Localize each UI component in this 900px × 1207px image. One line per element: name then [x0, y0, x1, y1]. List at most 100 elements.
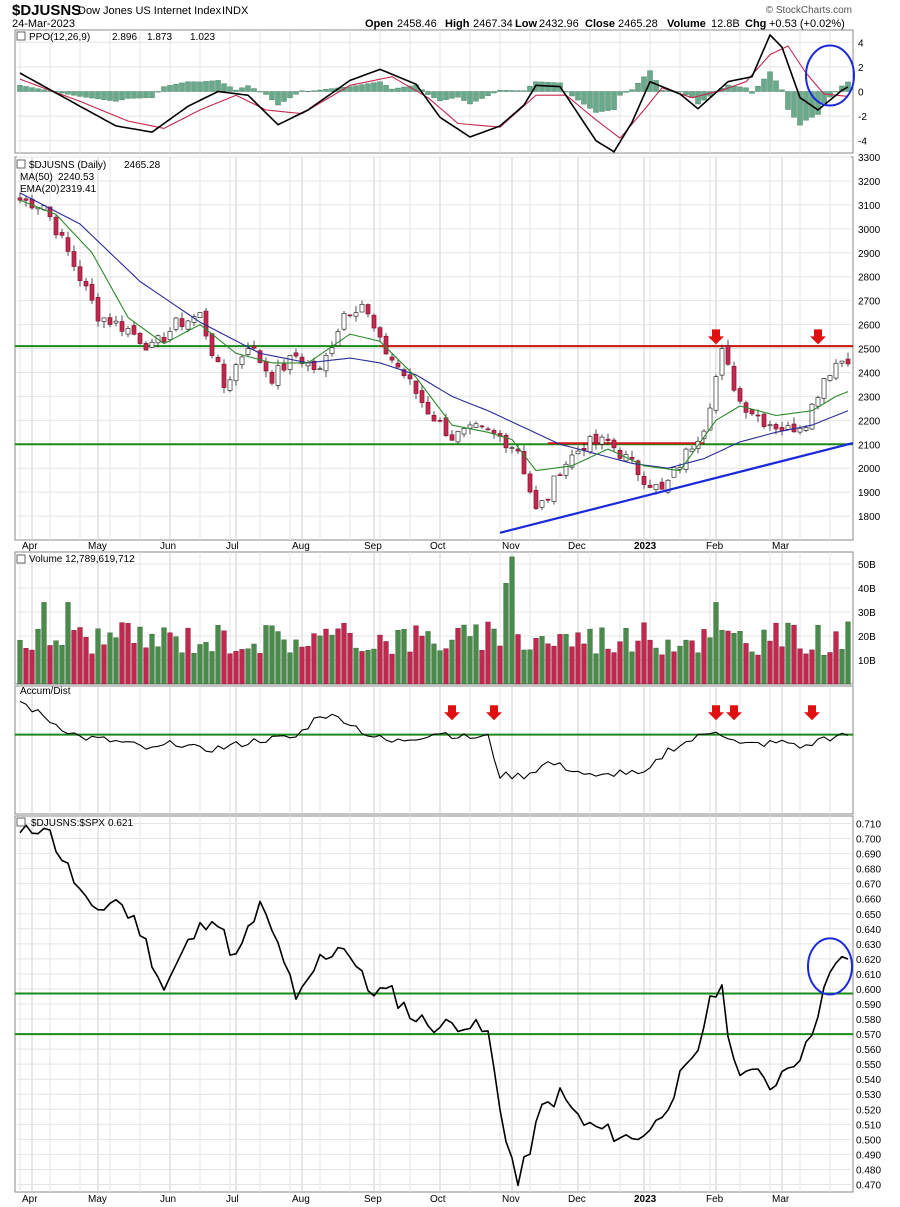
ppo-histogram-bar — [239, 87, 245, 92]
ratio-y-tick: 0.490 — [856, 1150, 881, 1161]
ppo-histogram-bar — [569, 91, 575, 97]
price-x-tick: Nov — [502, 541, 520, 552]
price-x-tick: Mar — [772, 541, 790, 552]
ppo-histogram-bar — [785, 91, 791, 110]
ratio-y-tick: 0.670 — [856, 880, 881, 891]
volume-bar — [287, 652, 293, 685]
volume-bar — [623, 628, 629, 685]
volume-bar — [305, 646, 311, 685]
ppo-histogram-bar — [743, 87, 749, 92]
price-candle — [107, 317, 113, 325]
price-x-tick: Dec — [568, 541, 586, 552]
ratio-x-tick: May — [88, 1194, 107, 1205]
ratio-x-tick: Dec — [568, 1194, 586, 1205]
price-candle — [749, 409, 755, 415]
volume-bar — [839, 649, 845, 685]
price-candle — [275, 365, 281, 386]
volume-bar — [515, 634, 521, 685]
price-x-tick: Jul — [226, 541, 239, 552]
price-candle — [797, 428, 803, 433]
ppo-histogram-bar — [833, 91, 839, 93]
volume-bar — [605, 648, 611, 685]
volume-bar — [377, 634, 383, 685]
ppo-y-tick: -4 — [858, 137, 867, 148]
ratio-x-tick: Mar — [772, 1194, 790, 1205]
price-candle — [485, 428, 491, 431]
price-candle — [419, 390, 425, 403]
volume-panel: 50B 40B 30B 20B 10B Volume 12,789,619,712 — [14, 551, 876, 685]
volume-bar — [275, 631, 281, 685]
price-candle — [557, 474, 563, 476]
ppo-histogram-bar — [95, 91, 101, 100]
high-value: 2467.34 — [473, 18, 513, 30]
volume-bar — [359, 651, 365, 685]
ppo-signal-value: 1.873 — [147, 32, 172, 43]
price-candle — [227, 379, 233, 391]
volume-bar — [731, 632, 737, 685]
volume-bar — [83, 636, 89, 685]
price-candle — [653, 484, 659, 491]
ppo-histogram-bar — [143, 91, 149, 99]
volume-bar — [293, 639, 299, 685]
price-candle — [161, 337, 167, 343]
price-candle — [77, 266, 83, 282]
volume-bar — [491, 628, 497, 685]
volume-bar — [113, 637, 119, 685]
price-candle — [641, 476, 647, 485]
price-candle — [785, 425, 791, 430]
volume-bar — [773, 622, 779, 685]
ratio-y-tick: 0.530 — [856, 1090, 881, 1101]
ppo-histogram-bar — [101, 91, 107, 100]
price-y-tick: 2500 — [858, 345, 881, 356]
volume-bar — [431, 643, 437, 685]
volume-legend-box — [16, 554, 26, 564]
price-candle — [599, 436, 605, 445]
ppo-histogram-bar — [389, 88, 395, 92]
volume-bar — [551, 645, 557, 685]
volume-bar — [101, 644, 107, 685]
price-candle — [329, 347, 335, 355]
ppo-y-tick: 2 — [858, 63, 864, 74]
volume-bar — [215, 625, 221, 685]
ppo-histogram-bar — [431, 91, 437, 98]
ppo-histogram-bar — [395, 87, 401, 92]
price-candle — [101, 317, 107, 322]
ratio-y-tick: 0.480 — [856, 1165, 881, 1176]
ppo-histogram-bar — [305, 91, 311, 93]
price-candle — [17, 197, 23, 201]
price-candle — [467, 424, 473, 429]
ppo-histogram-bar — [503, 90, 509, 92]
price-candle — [539, 500, 545, 508]
volume-bar — [611, 652, 617, 685]
ppo-histogram-bar — [353, 85, 359, 92]
price-candle — [131, 325, 137, 335]
ppo-histogram-bar — [161, 86, 167, 92]
price-candle — [197, 312, 203, 318]
volume-bar — [17, 639, 23, 685]
price-candle — [443, 417, 449, 437]
price-candle — [509, 447, 515, 449]
ratio-x-tick: Aug — [292, 1194, 310, 1205]
price-arrow — [810, 329, 826, 345]
volume-y-tick: 10B — [858, 656, 876, 667]
volume-bar — [323, 628, 329, 685]
volume-bar — [185, 627, 191, 685]
ppo-histogram-bar — [401, 86, 407, 92]
price-candle — [821, 378, 827, 399]
ratio-y-tick: 0.620 — [856, 955, 881, 966]
ratio-y-tick: 0.710 — [856, 820, 881, 831]
ratio-x-tick: Nov — [502, 1194, 520, 1205]
price-candle — [713, 376, 719, 411]
price-candle — [647, 484, 653, 488]
index-name: Dow Jones US Internet Index — [78, 5, 222, 17]
volume-bar — [161, 627, 167, 685]
ppo-histogram-bar — [317, 89, 323, 92]
ppo-histogram-bar — [653, 80, 659, 92]
chg-label: Chg — [745, 18, 766, 30]
volume-bar — [65, 602, 71, 685]
ratio-x-tick: Jul — [226, 1194, 239, 1205]
price-y-tick: 2400 — [858, 368, 881, 379]
volume-bar — [473, 624, 479, 685]
price-y-tick: 2600 — [858, 321, 881, 332]
ppo-histogram-bar — [473, 91, 479, 102]
